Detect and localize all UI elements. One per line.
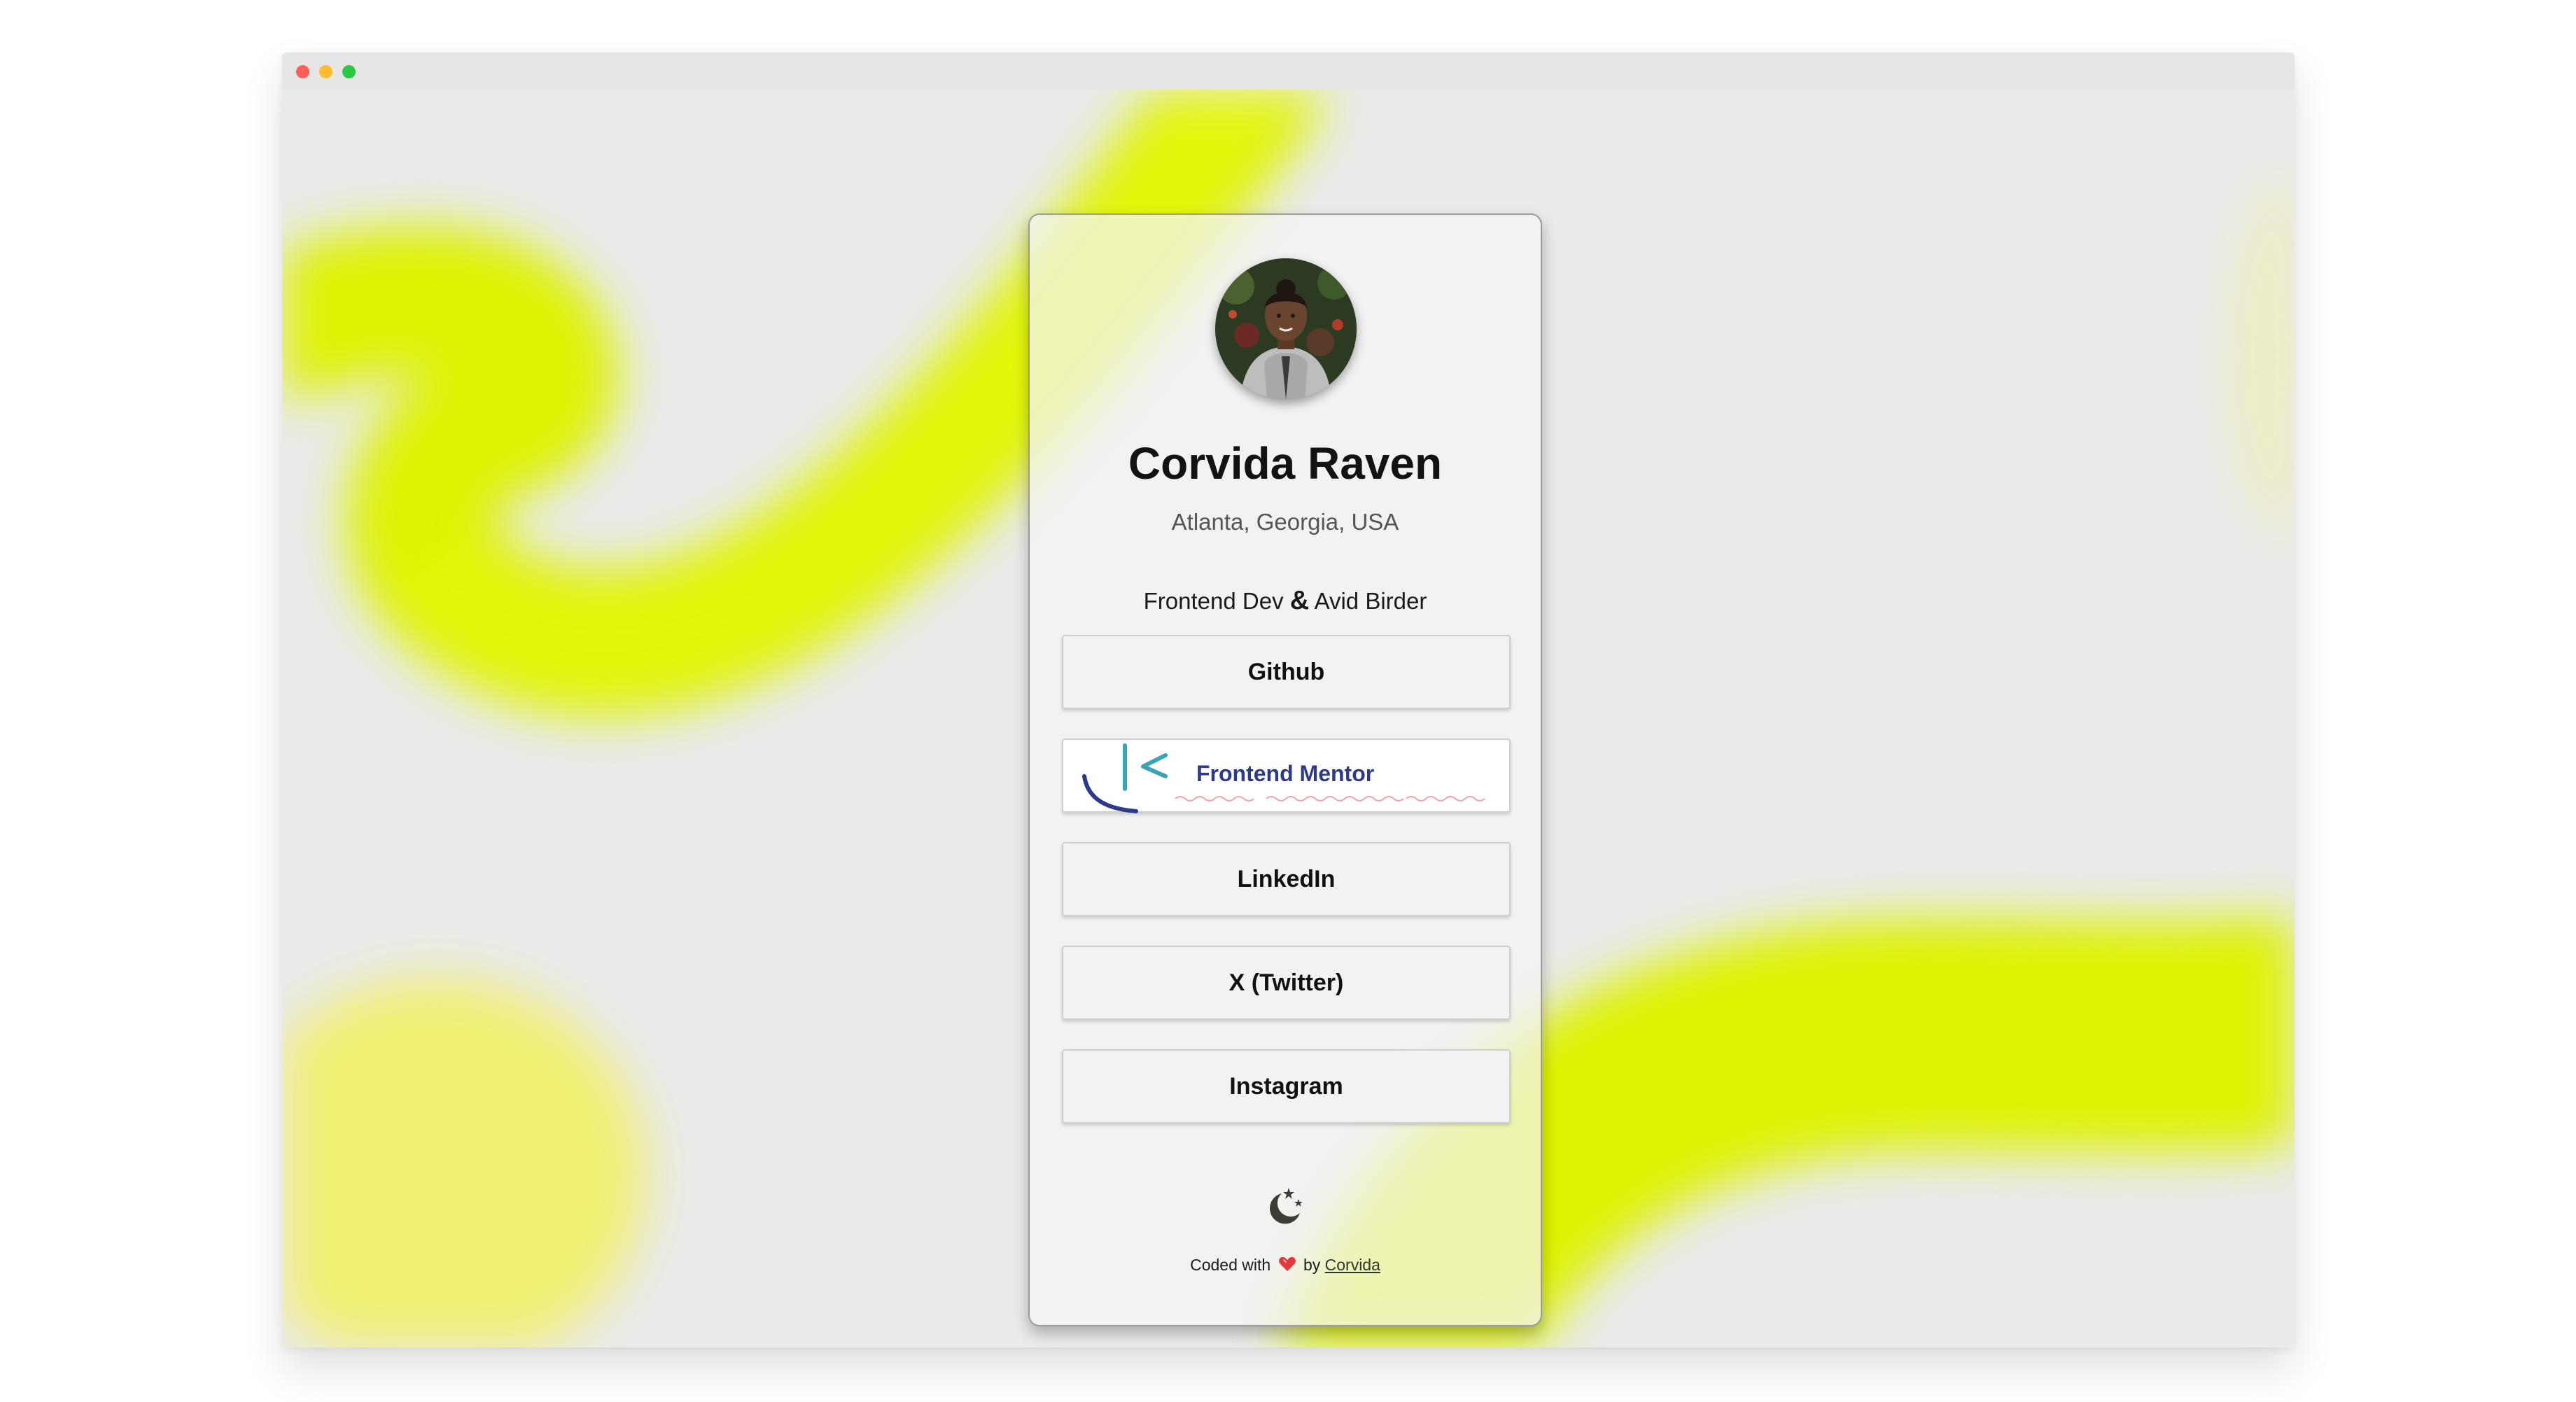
footer-by: by: [1303, 1256, 1321, 1275]
tagline-role: Frontend Dev: [1143, 588, 1284, 614]
instagram-link-button[interactable]: Instagram: [1062, 1049, 1511, 1123]
instagram-link-label: Instagram: [1229, 1072, 1343, 1100]
twitter-link-button[interactable]: X (Twitter): [1062, 946, 1511, 1020]
footer-prefix: Coded with: [1190, 1256, 1271, 1275]
profile-photo: [1215, 258, 1357, 400]
tagline-ampersand: &: [1289, 586, 1310, 615]
frontend-mentor-link-label: Frontend Mentor: [1196, 761, 1375, 786]
linkedin-link-label: LinkedIn: [1237, 865, 1336, 892]
page-footer: Coded with by Corvida: [1030, 1256, 1541, 1277]
profile-name: Corvida Raven: [1128, 438, 1443, 489]
github-link-label: Github: [1247, 658, 1325, 685]
minimize-window-button[interactable]: [319, 65, 332, 78]
github-link-button[interactable]: Github: [1062, 635, 1511, 709]
maximize-window-button[interactable]: [342, 65, 356, 78]
profile-card: Corvida Raven Atlanta, Georgia, USA Fron…: [1028, 213, 1542, 1326]
tagline-hobby: Avid Birder: [1314, 588, 1427, 614]
heart-icon: [1278, 1256, 1296, 1277]
profile-photo-avatar: [1215, 258, 1357, 400]
window-titlebar: [282, 52, 2295, 90]
moon-stars-icon: [1270, 1188, 1303, 1224]
twitter-link-label: X (Twitter): [1228, 969, 1344, 996]
profile-tagline: Frontend Dev & Avid Birder: [1030, 586, 1541, 616]
browser-window: Corvida Raven Atlanta, Georgia, USA Fron…: [282, 52, 2295, 1347]
profile-location: Atlanta, Georgia, USA: [1171, 509, 1399, 535]
page-canvas: Corvida Raven Atlanta, Georgia, USA Fron…: [282, 90, 2295, 1347]
footer-author-link[interactable]: Corvida: [1325, 1256, 1380, 1274]
frontend-mentor-link-button[interactable]: Frontend Mentor: [1062, 738, 1511, 813]
close-window-button[interactable]: [296, 65, 309, 78]
linkedin-link-button[interactable]: LinkedIn: [1062, 842, 1511, 916]
theme-toggle-button[interactable]: [1262, 1185, 1307, 1230]
